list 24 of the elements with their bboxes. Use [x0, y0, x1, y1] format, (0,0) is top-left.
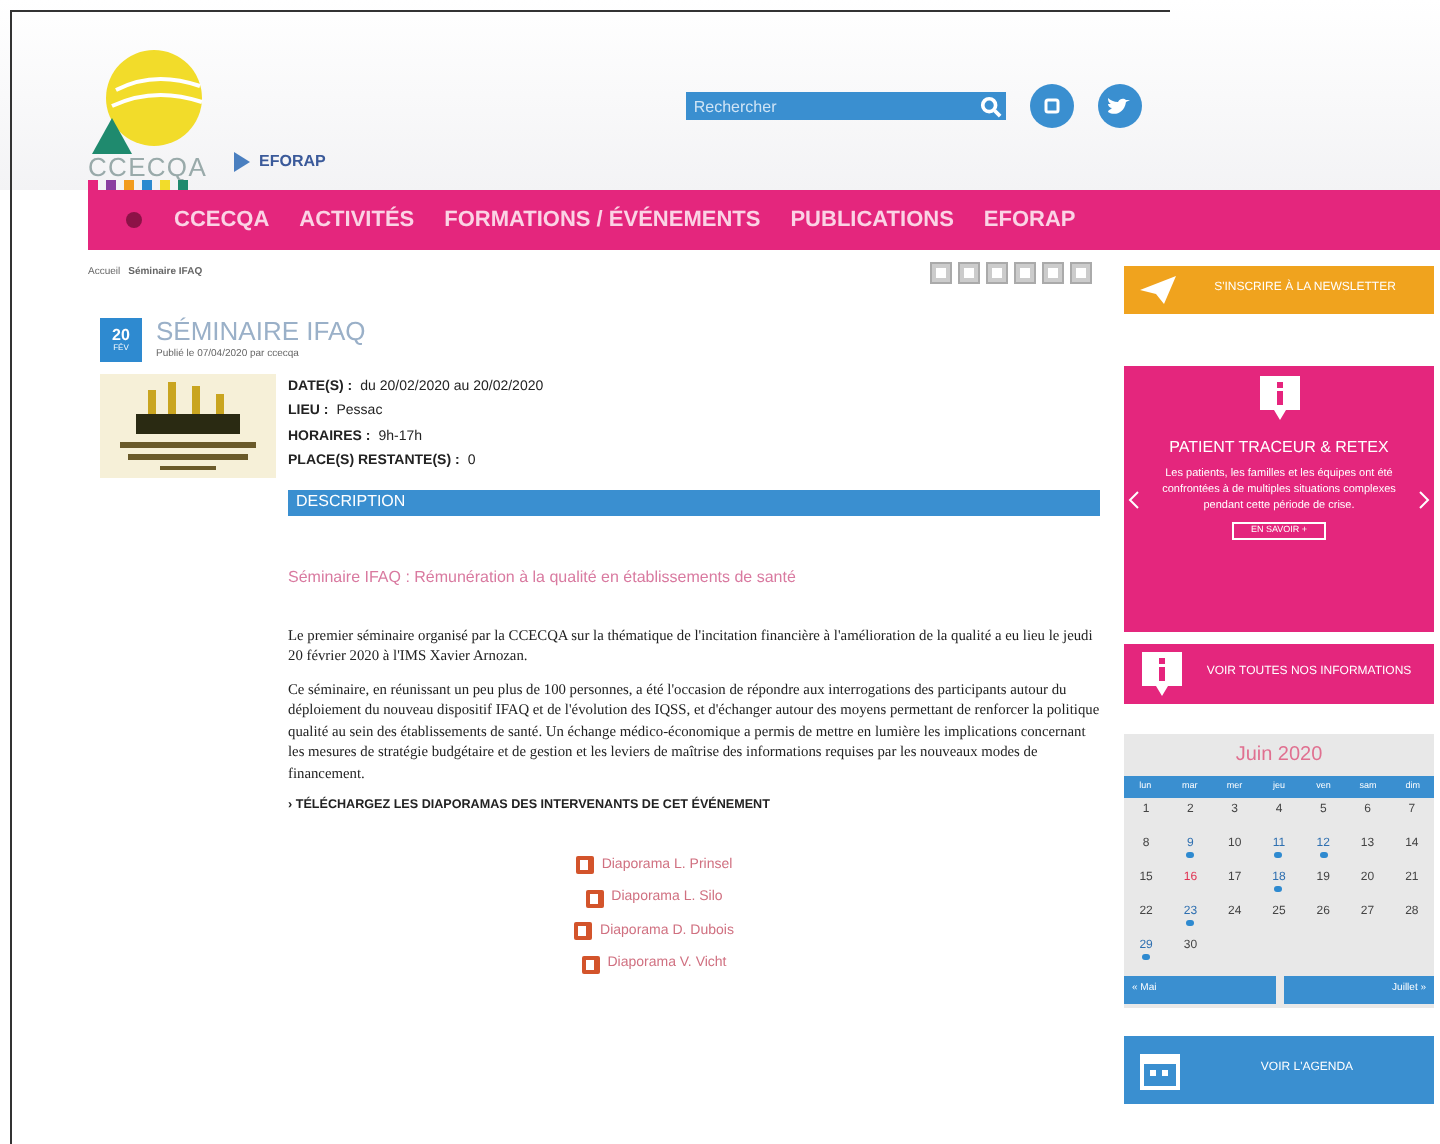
partner-logo-text: EFORAP	[259, 150, 326, 174]
calendar-title: Juin 2020	[1233, 742, 1325, 770]
paper-plane-icon	[1140, 276, 1176, 304]
previous-icon[interactable]	[1128, 490, 1140, 510]
next-icon[interactable]	[1418, 490, 1430, 510]
square-icon	[1043, 98, 1060, 114]
search-icon	[980, 95, 1003, 117]
logo-text: CCECQA	[88, 154, 208, 180]
home-icon	[124, 210, 144, 230]
info-icon	[1257, 374, 1301, 422]
news-title: PATIENT TRACEUR & RETEX	[1169, 438, 1389, 458]
search-button[interactable]	[977, 92, 1006, 120]
calendar-icon	[1140, 1049, 1180, 1090]
event-subtitle: Séminaire IFAQ : Rémunération à la qualité en établissements de santé	[288, 565, 798, 590]
bird-icon	[1108, 97, 1131, 115]
section-header: DESCRIPTION	[288, 489, 1100, 516]
event-title: SÉMINAIRE IFAQ	[156, 316, 366, 348]
partner-logo-icon	[231, 150, 252, 174]
social-button[interactable]	[1029, 84, 1074, 128]
date-day: 20	[112, 327, 130, 344]
logo-icon	[88, 50, 204, 154]
search-field[interactable]: Rechercher	[685, 92, 978, 120]
twitter-button[interactable]	[1097, 84, 1142, 128]
info-icon	[1140, 650, 1184, 698]
